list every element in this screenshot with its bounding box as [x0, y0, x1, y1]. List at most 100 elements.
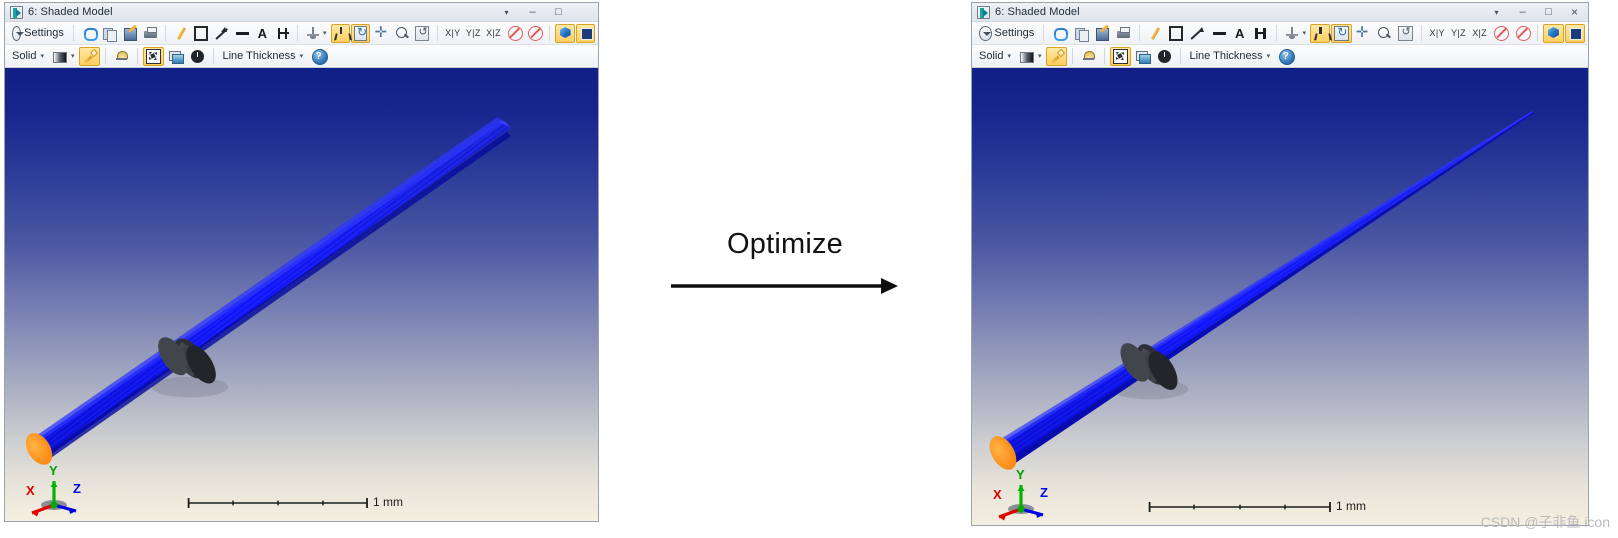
history-button[interactable]: [187, 47, 208, 66]
toolbar-separator: [1043, 25, 1045, 41]
settings-button[interactable]: Settings: [8, 24, 68, 43]
line-tool-button[interactable]: [1209, 24, 1229, 43]
refresh-button[interactable]: [1049, 24, 1069, 43]
settings-icon: [979, 25, 992, 41]
settings-button[interactable]: Settings: [975, 24, 1038, 43]
copy-image-button[interactable]: [165, 47, 186, 66]
no-mesh-button[interactable]: [1512, 24, 1532, 43]
save-chart-button[interactable]: [1092, 24, 1112, 43]
plane-xz-button[interactable]: X|Z: [484, 24, 503, 43]
print-icon: [143, 26, 158, 41]
tripod-orient-button[interactable]: [1310, 23, 1331, 43]
pan-button[interactable]: [1353, 23, 1373, 43]
window-close-button[interactable]: ×: [1564, 5, 1585, 20]
chevron-down-icon: ▾: [40, 53, 44, 60]
window-minimize-button[interactable]: –: [522, 5, 543, 20]
gradient-swatch-dropdown[interactable]: ▾: [49, 47, 78, 66]
fit-view-button[interactable]: [142, 46, 164, 66]
refresh-button[interactable]: [79, 24, 99, 43]
scale-bar-label: 1 mm: [1336, 499, 1366, 513]
render-mode-dropdown[interactable]: Solid ▾: [8, 47, 48, 66]
rectangle-tool-button[interactable]: [191, 24, 210, 43]
pan-icon: [1356, 23, 1370, 41]
save-chart-icon: [1095, 26, 1110, 41]
plane-xz-button[interactable]: X|Z: [1470, 24, 1490, 43]
window-dropdown-button[interactable]: ▾: [496, 5, 517, 20]
plane-yz-button[interactable]: Y|Z: [1448, 24, 1468, 43]
render-mode-dropdown[interactable]: Solid ▾: [975, 47, 1015, 66]
print-button[interactable]: [140, 24, 159, 43]
window-maximize-button[interactable]: □: [1538, 5, 1559, 20]
plane-xy-button[interactable]: X|Y: [443, 24, 463, 43]
no-clip-button[interactable]: [504, 24, 524, 43]
shaded-cube-button[interactable]: [555, 23, 575, 43]
shaded-model-window-left: 6: Shaded Model ▾ – □ Settings A ▾ ↻ ✛ ↺…: [4, 2, 599, 522]
pan-button[interactable]: [371, 23, 390, 43]
zoom-button[interactable]: [392, 24, 411, 43]
flashlight-button[interactable]: [1045, 46, 1067, 66]
no-clip-button[interactable]: [1491, 24, 1511, 43]
arrow-tool-button[interactable]: [1187, 24, 1207, 43]
arrow-tool-button[interactable]: [212, 24, 231, 43]
toolbar-separator: [549, 25, 551, 41]
no-mesh-button[interactable]: [525, 24, 544, 43]
dimension-tool-button[interactable]: [273, 24, 292, 43]
help-button[interactable]: [1275, 47, 1296, 66]
view-axis-icon: [306, 26, 319, 41]
window-minimize-button[interactable]: –: [1512, 5, 1533, 20]
reset-view-button[interactable]: [1395, 24, 1415, 43]
history-button[interactable]: [1154, 47, 1175, 66]
tripod-orient-button[interactable]: [330, 23, 350, 43]
pencil-tool-button[interactable]: [1145, 24, 1165, 43]
line-tool-button[interactable]: [232, 24, 251, 43]
rectangle-tool-button[interactable]: [1166, 24, 1186, 43]
window-maximize-button[interactable]: □: [548, 5, 569, 20]
rotate-button[interactable]: [1331, 23, 1352, 43]
dark-square-button[interactable]: [575, 23, 596, 43]
rotate-button[interactable]: [350, 23, 371, 43]
lamp-icon: [1081, 49, 1096, 64]
text-tool-button[interactable]: A: [253, 24, 272, 43]
view-axis-button[interactable]: ▾: [1282, 24, 1310, 43]
toolbar-separator: [104, 48, 106, 64]
lamp-button[interactable]: [1078, 47, 1099, 66]
line-thickness-dropdown[interactable]: Line Thickness ▾: [1186, 47, 1275, 66]
copy-button[interactable]: [99, 24, 118, 43]
tripod-icon: [1313, 26, 1327, 41]
axis-label-x: X: [26, 483, 35, 498]
gradient-swatch-dropdown[interactable]: ▾: [1016, 47, 1045, 66]
axis-triad-left: X Y Z: [26, 463, 81, 517]
window-dropdown-button[interactable]: ▾: [1486, 5, 1507, 20]
dark-square-button[interactable]: [1564, 23, 1586, 43]
reset-view-button[interactable]: [412, 24, 431, 43]
copy-image-button[interactable]: [1132, 47, 1153, 66]
line-icon: [235, 26, 250, 41]
view-axis-button[interactable]: ▾: [303, 24, 329, 43]
copy-icon: [102, 26, 118, 42]
line-thickness-dropdown[interactable]: Line Thickness ▾: [219, 47, 308, 66]
lamp-button[interactable]: [111, 47, 132, 66]
lamp-icon: [114, 49, 129, 64]
window-close-button[interactable]: [574, 5, 595, 20]
toolbar-separator: [1275, 25, 1277, 41]
help-button[interactable]: [308, 47, 329, 66]
help-icon: [311, 49, 328, 65]
copy-button[interactable]: [1071, 24, 1091, 43]
viewport-left[interactable]: X Y Z 1 mm: [5, 68, 598, 521]
settings-label: Settings: [994, 27, 1035, 39]
text-tool-button[interactable]: A: [1230, 24, 1249, 43]
flashlight-button[interactable]: [78, 46, 100, 66]
viewport-right[interactable]: X Y Z 1 mm: [972, 68, 1588, 525]
print-button[interactable]: [1113, 24, 1133, 43]
zoom-button[interactable]: [1374, 24, 1394, 43]
save-chart-button[interactable]: [120, 24, 139, 43]
pan-icon: [374, 23, 387, 41]
toolbar-row1-left: Settings A ▾ ↻ ✛ ↺ X|Y Y|Z X|Z: [5, 22, 598, 45]
right-arrow-icon: [671, 278, 898, 294]
dimension-tool-button[interactable]: [1250, 24, 1270, 43]
fit-view-button[interactable]: [1109, 46, 1131, 66]
pencil-tool-button[interactable]: [171, 24, 190, 43]
plane-xy-button[interactable]: X|Y: [1427, 24, 1448, 43]
shaded-cube-button[interactable]: [1543, 23, 1564, 43]
plane-yz-button[interactable]: Y|Z: [464, 24, 483, 43]
